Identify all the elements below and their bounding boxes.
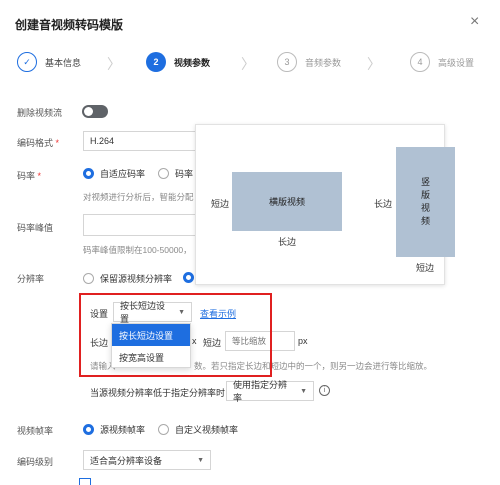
radio-checked-icon [83,424,94,435]
landscape-long-label: 长边 [278,237,297,247]
radio-unchecked-icon [158,424,169,435]
step-advanced[interactable]: 4 高级设置 [410,50,474,74]
info-icon[interactable]: i [319,385,330,396]
radio-unchecked-icon [83,273,94,284]
landscape-video-box: 横版视频 [232,172,342,231]
resolution-keep-radio[interactable]: 保留源视频分辨率 [83,272,172,285]
level-label: 编码级别 [17,457,54,467]
px-unit: px [298,336,308,346]
example-popover: 短边 横版视频 长边 长边 竖版视频 短边 [195,124,455,285]
required-mark: * [37,171,42,181]
radio-checked-icon [83,168,94,179]
partial-checkbox[interactable] [79,478,91,485]
radio-label: 源视频帧率 [100,425,146,435]
dropdown-option-long-short[interactable]: 按长短边设置 [112,324,190,346]
fallback-select-value: 使用指定分辨率 [233,380,288,403]
fallback-label: 当源视频分辨率低于指定分辨率时 [90,388,226,398]
step-basic-info[interactable]: ✓ 基本信息 [17,50,81,74]
check-icon: ✓ [17,52,37,72]
step-number: 2 [146,52,166,72]
setting-dropdown-menu: 按长短边设置 按宽高设置 [111,323,191,368]
radio-label: 码率 [175,169,194,179]
delete-video-label: 删除视频流 [17,108,63,118]
framerate-label: 视频帧率 [17,426,54,436]
portrait-video-box: 竖版视频 [396,147,455,257]
stepper: ✓ 基本信息 〉 2 视频参数 〉 3 音频参数 〉 4 高级设置 [15,50,485,76]
level-select-value: 适合高分辨率设备 [90,455,163,466]
bitrate-hint: 对视频进行分析后，智能分配 [83,192,194,202]
level-select[interactable]: 适合高分辨率设备 ▼ [83,450,211,470]
landscape-video-text: 横版视频 [268,197,305,207]
close-icon[interactable]: × [470,14,479,30]
step-label: 音频参数 [305,57,342,68]
peak-bitrate-hint: 码率峰值限制在100-50000， [83,245,192,255]
framerate-custom-radio[interactable]: 自定义视频帧率 [158,423,238,436]
landscape-short-label: 短边 [211,199,230,209]
dialog-title: 创建音视频转码模版 [15,18,124,32]
peak-bitrate-label: 码率峰值 [17,223,54,233]
radio-unchecked-icon [158,168,169,179]
chevron-right-icon: 〉 [241,56,255,72]
step-number: 3 [277,52,297,72]
step-audio-params[interactable]: 3 音频参数 [277,50,341,74]
codec-label: 编码格式 * [17,136,59,149]
portrait-video-text: 竖版视频 [420,177,430,226]
dropdown-option-width-height[interactable]: 按宽高设置 [112,346,190,368]
required-mark: * [55,138,60,148]
codec-field[interactable]: H.264 [83,131,198,151]
codec-value: H.264 [90,136,115,146]
codec-label-text: 编码格式 [17,138,54,148]
bitrate-label-text: 码率 [17,171,36,181]
radio-label: 自定义视频帧率 [175,425,239,435]
bitrate-custom-radio[interactable]: 码率 [158,167,193,180]
step-label: 视频参数 [174,57,211,68]
bitrate-label: 码率 * [17,169,41,182]
chevron-right-icon: 〉 [107,56,121,72]
bitrate-adaptive-radio[interactable]: 自适应码率 [83,167,145,180]
fallback-select[interactable]: 使用指定分辨率 ▼ [226,380,314,403]
step-label: 基本信息 [45,57,82,68]
radio-label: 保留源视频分辨率 [100,274,173,284]
portrait-short-label: 短边 [416,263,435,273]
step-number: 4 [410,52,430,72]
resolution-label: 分辨率 [17,274,45,284]
radio-checked-icon [183,272,194,283]
framerate-source-radio[interactable]: 源视频帧率 [83,423,145,436]
caret-down-icon: ▼ [197,456,204,464]
step-video-params[interactable]: 2 视频参数 [146,50,210,74]
radio-label: 自适应码率 [100,169,146,179]
step-label: 高级设置 [438,57,475,68]
caret-down-icon: ▼ [300,387,307,395]
portrait-long-label: 长边 [374,199,393,209]
delete-video-toggle[interactable] [82,105,108,118]
peak-bitrate-input[interactable] [83,214,198,236]
chevron-right-icon: 〉 [367,56,381,72]
